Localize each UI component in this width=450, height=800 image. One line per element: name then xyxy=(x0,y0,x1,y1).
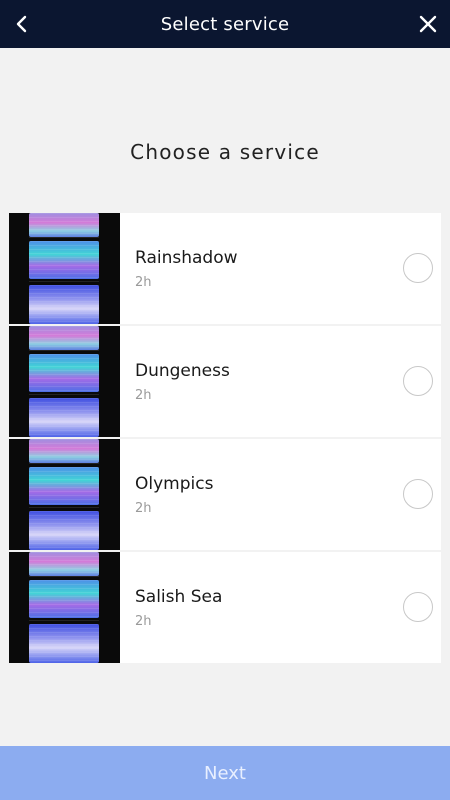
service-duration: 2h xyxy=(135,388,152,403)
service-item[interactable]: Salish Sea 2h xyxy=(9,552,441,663)
service-thumbnail xyxy=(9,213,120,324)
service-thumbnail xyxy=(9,439,120,550)
service-thumbnail xyxy=(9,552,120,663)
service-thumbnail xyxy=(9,326,120,437)
top-bar: Select service xyxy=(0,0,450,48)
back-button[interactable] xyxy=(8,10,36,38)
service-name: Olympics xyxy=(135,474,214,494)
service-item[interactable]: Rainshadow 2h xyxy=(9,213,441,324)
close-icon xyxy=(419,15,437,33)
close-button[interactable] xyxy=(414,10,442,38)
service-duration: 2h xyxy=(135,614,152,629)
next-button[interactable]: Next xyxy=(0,746,450,800)
service-item[interactable]: Dungeness 2h xyxy=(9,326,441,437)
service-radio-button[interactable] xyxy=(403,253,433,283)
service-radio-button[interactable] xyxy=(403,592,433,622)
service-radio-button[interactable] xyxy=(403,479,433,509)
service-radio-button[interactable] xyxy=(403,366,433,396)
service-name: Salish Sea xyxy=(135,587,223,607)
service-duration: 2h xyxy=(135,275,152,290)
service-list: Rainshadow 2h Dungeness 2h Olympics 2h S… xyxy=(9,213,441,665)
section-heading: Choose a service xyxy=(130,140,320,164)
service-name: Dungeness xyxy=(135,361,230,381)
service-duration: 2h xyxy=(135,501,152,516)
page-title: Select service xyxy=(160,13,290,35)
service-item[interactable]: Olympics 2h xyxy=(9,439,441,550)
service-name: Rainshadow xyxy=(135,248,238,268)
chevron-left-icon xyxy=(16,15,27,33)
